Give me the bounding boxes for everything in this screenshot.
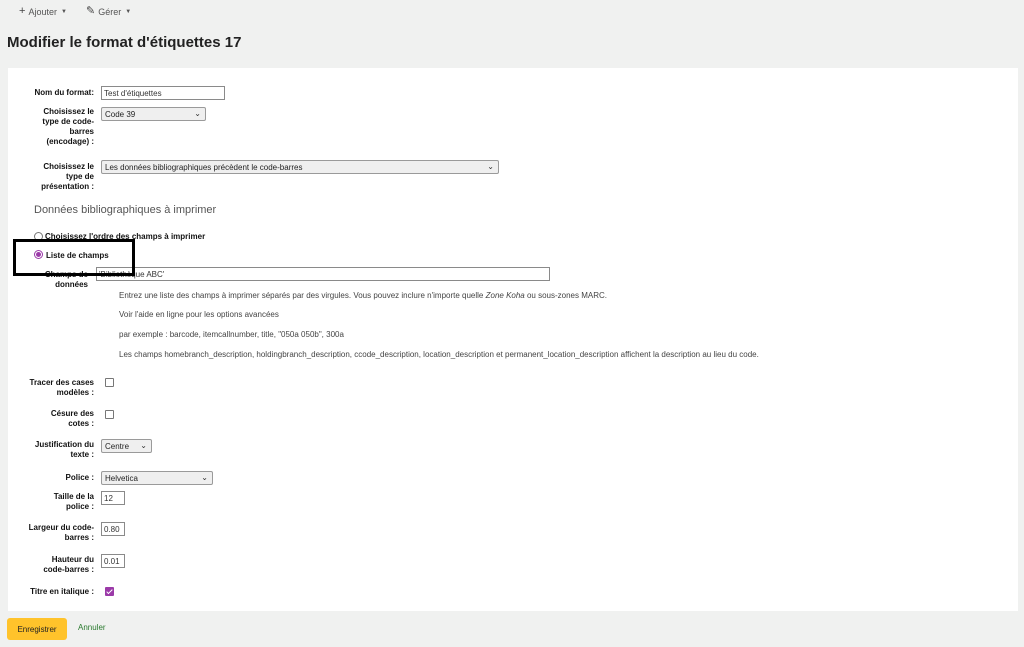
order-fields-radio[interactable] <box>34 232 43 241</box>
format-name-label: Nom du format: <box>34 88 94 97</box>
font-label: Police : <box>65 473 94 482</box>
callnum-split-label: Césure des cotes : <box>50 409 94 428</box>
description-fields-hint: Les champs homebranch_description, holdi… <box>119 350 759 359</box>
save-button[interactable]: Enregistrer <box>7 618 67 640</box>
chevron-down-icon: ⌄ <box>487 162 494 171</box>
chevron-down-icon: ⌄ <box>201 473 208 482</box>
barcode-type-select[interactable]: Code 39 ⌄ <box>101 107 206 121</box>
text-justify-label: Justification du texte : <box>34 440 94 459</box>
add-label: Ajouter <box>28 6 57 17</box>
layout-type-label: Choisissez le type de présentation : <box>41 162 94 191</box>
plus-icon: + <box>19 5 26 17</box>
caret-down-icon: ▼ <box>125 8 132 15</box>
data-fields-input[interactable]: 'Bibliothèque ABC' <box>96 267 550 281</box>
add-dropdown-button[interactable]: + Ajouter ▼ <box>19 6 67 17</box>
form-panel <box>8 68 1018 611</box>
page-title: Modifier le format d'étiquettes 17 <box>7 34 242 51</box>
italic-title-label: Titre en italique : <box>30 587 94 596</box>
layout-type-value: Les données bibliographiques précèdent l… <box>105 163 303 172</box>
font-size-label: Taille de la police : <box>53 492 94 511</box>
format-name-input[interactable]: Test d'étiquettes <box>101 86 225 100</box>
guide-boxes-checkbox[interactable] <box>105 378 114 387</box>
manage-dropdown-button[interactable]: ✎ Gérer ▼ <box>86 6 131 17</box>
font-select[interactable]: Helvetica ⌄ <box>101 471 213 485</box>
italic-title-checkbox[interactable] <box>105 587 114 596</box>
font-size-input[interactable]: 12 <box>101 491 125 505</box>
callnum-split-checkbox[interactable] <box>105 410 114 419</box>
example-hint: par exemple : barcode, itemcallnumber, t… <box>119 330 344 339</box>
barcode-height-input[interactable]: 0.01 <box>101 554 125 568</box>
chevron-down-icon: ⌄ <box>140 441 147 450</box>
caret-down-icon: ▼ <box>60 8 67 15</box>
online-help-hint: Voir l'aide en ligne pour les options av… <box>119 310 279 319</box>
font-value: Helvetica <box>105 474 138 483</box>
data-fields-label: Champs de données <box>44 270 88 289</box>
barcode-width-input[interactable]: 0.80 <box>101 522 125 536</box>
manage-label: Gérer <box>98 6 122 17</box>
chevron-down-icon: ⌄ <box>194 109 201 118</box>
barcode-width-label: Largeur du code- barres : <box>28 523 94 542</box>
field-list-radio[interactable] <box>34 250 43 259</box>
layout-type-select[interactable]: Les données bibliographiques précèdent l… <box>101 160 499 174</box>
text-justify-select[interactable]: Centre ⌄ <box>101 439 152 453</box>
pencil-icon: ✎ <box>86 5 96 17</box>
toolbar: + Ajouter ▼ ✎ Gérer ▼ <box>0 0 1024 28</box>
data-fields-hint-1: Entrez une liste des champs à imprimer s… <box>119 291 608 300</box>
guide-boxes-label: Tracer des cases modèles : <box>29 378 95 397</box>
text-justify-value: Centre <box>105 442 130 451</box>
barcode-type-value: Code 39 <box>105 110 136 119</box>
barcode-type-label: Choisissez le type de code- barres (enco… <box>42 107 94 146</box>
barcode-height-label: Hauteur du code-barres : <box>43 555 94 574</box>
order-fields-radio-label: Choisissez l'ordre des champs à imprimer <box>45 232 206 241</box>
field-list-radio-label: Liste de champs <box>46 251 109 260</box>
cancel-link[interactable]: Annuler <box>78 623 106 632</box>
biblio-section-title: Données bibliographiques à imprimer <box>34 204 217 216</box>
